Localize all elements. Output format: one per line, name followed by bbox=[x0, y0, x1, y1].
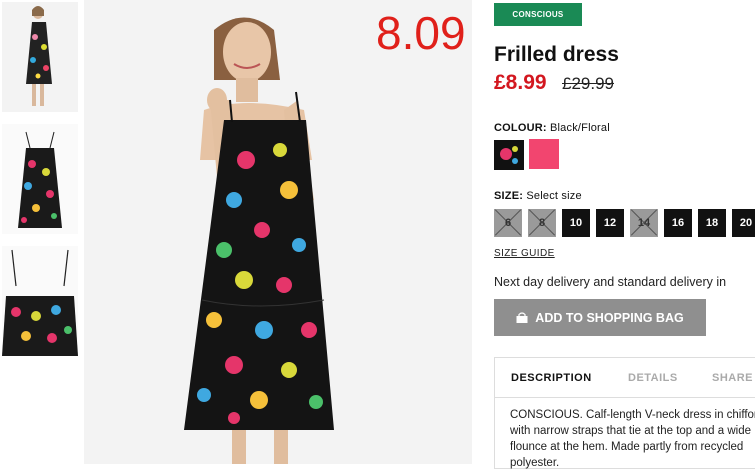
main-product-image[interactable]: 8.09 bbox=[84, 0, 472, 464]
original-price: £29.99 bbox=[562, 74, 614, 93]
overlay-price-annotation: 8.09 bbox=[376, 7, 466, 59]
add-to-bag-label: ADD TO SHOPPING BAG bbox=[535, 310, 684, 325]
colour-label: COLOUR: bbox=[494, 122, 547, 134]
size-options: 6 8 10 12 14 16 18 20 bbox=[494, 209, 755, 239]
thumbnail-image-dress-detail bbox=[2, 246, 78, 356]
model-in-floral-dress-image bbox=[84, 0, 472, 464]
size-value: Select size bbox=[526, 190, 582, 202]
size-option-12[interactable]: 12 bbox=[596, 209, 624, 237]
swatch-pink[interactable] bbox=[529, 139, 559, 169]
tab-description[interactable]: DESCRIPTION bbox=[511, 372, 592, 384]
size-option-10[interactable]: 10 bbox=[562, 209, 590, 237]
tab-details[interactable]: DETAILS bbox=[628, 372, 678, 384]
size-label: SIZE: bbox=[494, 190, 524, 202]
thumbnail-image-model-full bbox=[2, 2, 78, 112]
shopping-bag-icon bbox=[516, 312, 528, 323]
thumbnail-image-dress-front bbox=[2, 124, 78, 234]
add-to-bag-button[interactable]: ADD TO SHOPPING BAG bbox=[494, 299, 706, 336]
size-row: SIZE: Select size bbox=[494, 190, 582, 202]
size-option-8[interactable]: 8 bbox=[528, 209, 556, 237]
black-floral-swatch-image bbox=[496, 142, 522, 168]
description-panel: CONSCIOUS. Calf-length V-neck dress in c… bbox=[494, 397, 755, 469]
sale-price: £8.99 bbox=[494, 71, 547, 94]
size-option-20[interactable]: 20 bbox=[732, 209, 755, 237]
delivery-info: Next day delivery and standard delivery … bbox=[494, 275, 727, 289]
swatch-black-floral[interactable] bbox=[494, 140, 524, 170]
info-tabs: DESCRIPTION DETAILS SHARE bbox=[494, 357, 755, 398]
product-title: Frilled dress bbox=[494, 43, 619, 66]
thumbnail-3[interactable] bbox=[2, 246, 78, 356]
description-text: CONSCIOUS. Calf-length V-neck dress in c… bbox=[510, 409, 755, 469]
conscious-badge: CONSCIOUS bbox=[494, 3, 582, 26]
thumbnail-2[interactable] bbox=[2, 124, 78, 234]
colour-value: Black/Floral bbox=[550, 122, 610, 134]
product-info-panel: CONSCIOUS Frilled dress £8.99 £29.99 COL… bbox=[494, 0, 755, 469]
size-option-6[interactable]: 6 bbox=[494, 209, 522, 237]
size-option-16[interactable]: 16 bbox=[664, 209, 692, 237]
tab-share[interactable]: SHARE bbox=[712, 372, 753, 384]
size-option-14[interactable]: 14 bbox=[630, 209, 658, 237]
size-guide-link[interactable]: SIZE GUIDE bbox=[494, 248, 555, 259]
size-option-18[interactable]: 18 bbox=[698, 209, 726, 237]
thumbnail-1[interactable] bbox=[2, 2, 78, 112]
colour-row: COLOUR: Black/Floral bbox=[494, 122, 610, 134]
